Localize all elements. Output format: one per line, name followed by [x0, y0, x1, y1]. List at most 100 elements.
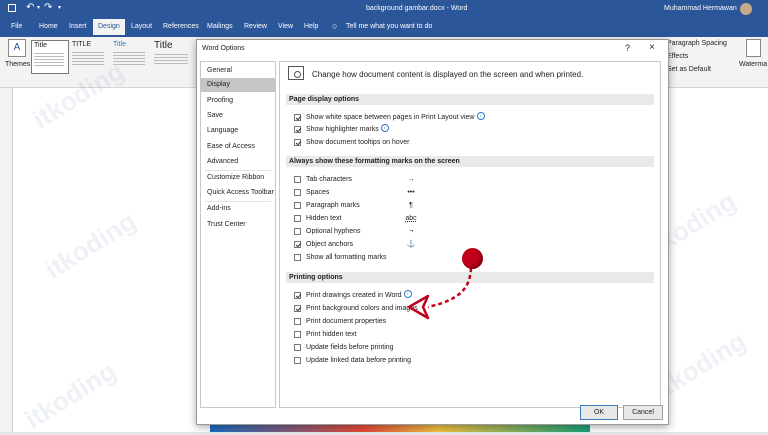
checkbox-tab-characters[interactable] [294, 176, 301, 183]
nav-general[interactable]: General [201, 64, 275, 78]
nav-ease-of-access[interactable]: Ease of Access [201, 140, 275, 154]
checkbox-print-drawings[interactable] [294, 292, 301, 299]
tab-help[interactable]: Help [304, 23, 318, 30]
tab-view[interactable]: View [278, 23, 293, 30]
vertical-ruler[interactable] [0, 88, 13, 432]
paragraph-spacing-button[interactable]: Paragraph Spacing [667, 40, 727, 47]
option-label: Optional hyphens [306, 228, 361, 235]
option-label: Show all formatting marks [306, 254, 387, 261]
set-as-default-button[interactable]: Set as Default [667, 66, 711, 73]
checkbox-print-hidden-text[interactable] [294, 331, 301, 338]
option-label: Tab characters [306, 176, 352, 183]
option-label: Show document tooltips on hover [306, 139, 410, 146]
nav-display[interactable]: Display [201, 78, 275, 92]
help-icon[interactable]: ? [625, 43, 630, 53]
user-name[interactable]: Muhammad Hermawan [664, 5, 737, 12]
checkbox-spaces[interactable] [294, 189, 301, 196]
panel-description: Change how document content is displayed… [312, 70, 584, 79]
tell-me-search[interactable]: Tell me what you want to do [346, 23, 432, 30]
section-printing: Printing options [286, 272, 654, 283]
anchor-icon: ⚓ [406, 241, 416, 248]
option-label: Paragraph marks [306, 202, 360, 209]
display-settings-panel: Change how document content is displayed… [279, 61, 661, 408]
option-label: Hidden text [306, 215, 342, 222]
dialog-title: Word Options [202, 45, 245, 52]
tab-home[interactable]: Home [39, 23, 58, 30]
tab-mailings[interactable]: Mailings [207, 23, 233, 30]
undo-dropdown-icon[interactable]: ▾ [37, 4, 40, 11]
tab-insert[interactable]: Insert [69, 23, 87, 30]
option-label: Spaces [306, 189, 330, 196]
info-icon: i [476, 112, 485, 120]
option-label: Print drawings created in Word [306, 292, 402, 299]
tab-layout[interactable]: Layout [131, 23, 152, 30]
option-label: Update linked data before printing [306, 357, 412, 364]
checkbox-print-background[interactable] [294, 305, 301, 312]
nav-save[interactable]: Save [201, 109, 275, 123]
watermark-icon [746, 39, 761, 57]
close-icon[interactable]: × [649, 42, 655, 53]
option-label: Object anchors [306, 241, 354, 248]
nav-trust-center[interactable]: Trust Center [201, 218, 275, 232]
tab-design[interactable]: Design [93, 19, 125, 35]
nav-proofing[interactable]: Proofing [201, 94, 275, 108]
space-dots-icon: ••• [407, 189, 415, 196]
style-set-1[interactable]: Title [31, 40, 69, 74]
checkbox-show-white-space[interactable] [294, 114, 301, 121]
checkbox-show-tooltips[interactable] [294, 139, 301, 146]
watermark-label: Waterma [739, 61, 768, 68]
pilcrow-icon: ¶ [409, 202, 413, 209]
option-label: Print document properties [306, 318, 387, 325]
watermark-button[interactable]: Waterma [738, 39, 768, 79]
undo-icon[interactable]: ↶ [26, 2, 34, 13]
customize-qat-icon[interactable]: ▾ [58, 4, 61, 11]
annotation-marker [462, 248, 483, 269]
option-label: Print background colors and images [306, 305, 418, 312]
cancel-button[interactable]: Cancel [623, 405, 663, 420]
hidden-text-icon: abc [405, 215, 417, 222]
style-set-1-title: Title [34, 42, 47, 49]
word-options-dialog: Word Options ? × General Display Proofin… [196, 39, 669, 425]
redo-icon[interactable]: ↷ [44, 2, 52, 13]
section-page-display: Page display options [286, 94, 654, 105]
background-image-strip [210, 424, 590, 432]
info-icon: i [403, 290, 412, 298]
style-set-3-title: Title [113, 41, 126, 48]
themes-label: Themes [5, 61, 31, 68]
effects-button[interactable]: Effects [667, 53, 688, 60]
nav-customize-ribbon[interactable]: Customize Ribbon [201, 171, 275, 185]
tab-arrow-icon: → [407, 176, 415, 183]
checkbox-hidden-text[interactable] [294, 215, 301, 222]
style-set-4-lines [154, 54, 188, 66]
title-bar: ↶ ▾ ↷ ▾ background gambar.docx - Word Mu… [0, 0, 768, 19]
checkbox-update-linked-data[interactable] [294, 357, 301, 364]
checkbox-print-document-properties[interactable] [294, 318, 301, 325]
option-label: Update fields before printing [306, 344, 394, 351]
ok-button[interactable]: OK [580, 405, 618, 420]
tab-review[interactable]: Review [244, 23, 267, 30]
checkbox-show-all-formatting-marks[interactable] [294, 254, 301, 261]
nav-quick-access-toolbar[interactable]: Quick Access Toolbar [201, 186, 275, 200]
option-label: Show white space between pages in Print … [306, 114, 475, 121]
display-monitor-icon [288, 66, 304, 80]
document-title: background gambar.docx - Word [366, 5, 468, 12]
nav-add-ins[interactable]: Add-ins [201, 202, 275, 216]
nav-advanced[interactable]: Advanced [201, 155, 275, 169]
checkbox-object-anchors[interactable] [294, 241, 301, 248]
save-icon[interactable] [8, 4, 16, 12]
checkbox-update-fields[interactable] [294, 344, 301, 351]
option-label: Show highlighter marks [306, 126, 379, 133]
lightbulb-icon: ○ [332, 21, 338, 31]
avatar[interactable] [740, 3, 752, 15]
tab-references[interactable]: References [163, 23, 199, 30]
checkbox-show-highlighter-marks[interactable] [294, 126, 301, 133]
checkbox-paragraph-marks[interactable] [294, 202, 301, 209]
optional-hyphen-icon: ¬ [408, 228, 414, 235]
checkbox-optional-hyphens[interactable] [294, 228, 301, 235]
tab-file[interactable]: File [11, 23, 22, 30]
style-set-4[interactable]: Title [152, 40, 192, 72]
nav-language[interactable]: Language [201, 124, 275, 138]
option-label: Print hidden text [306, 331, 357, 338]
section-formatting-marks: Always show these formatting marks on th… [286, 156, 654, 167]
themes-button[interactable]: A Themes [4, 39, 30, 79]
